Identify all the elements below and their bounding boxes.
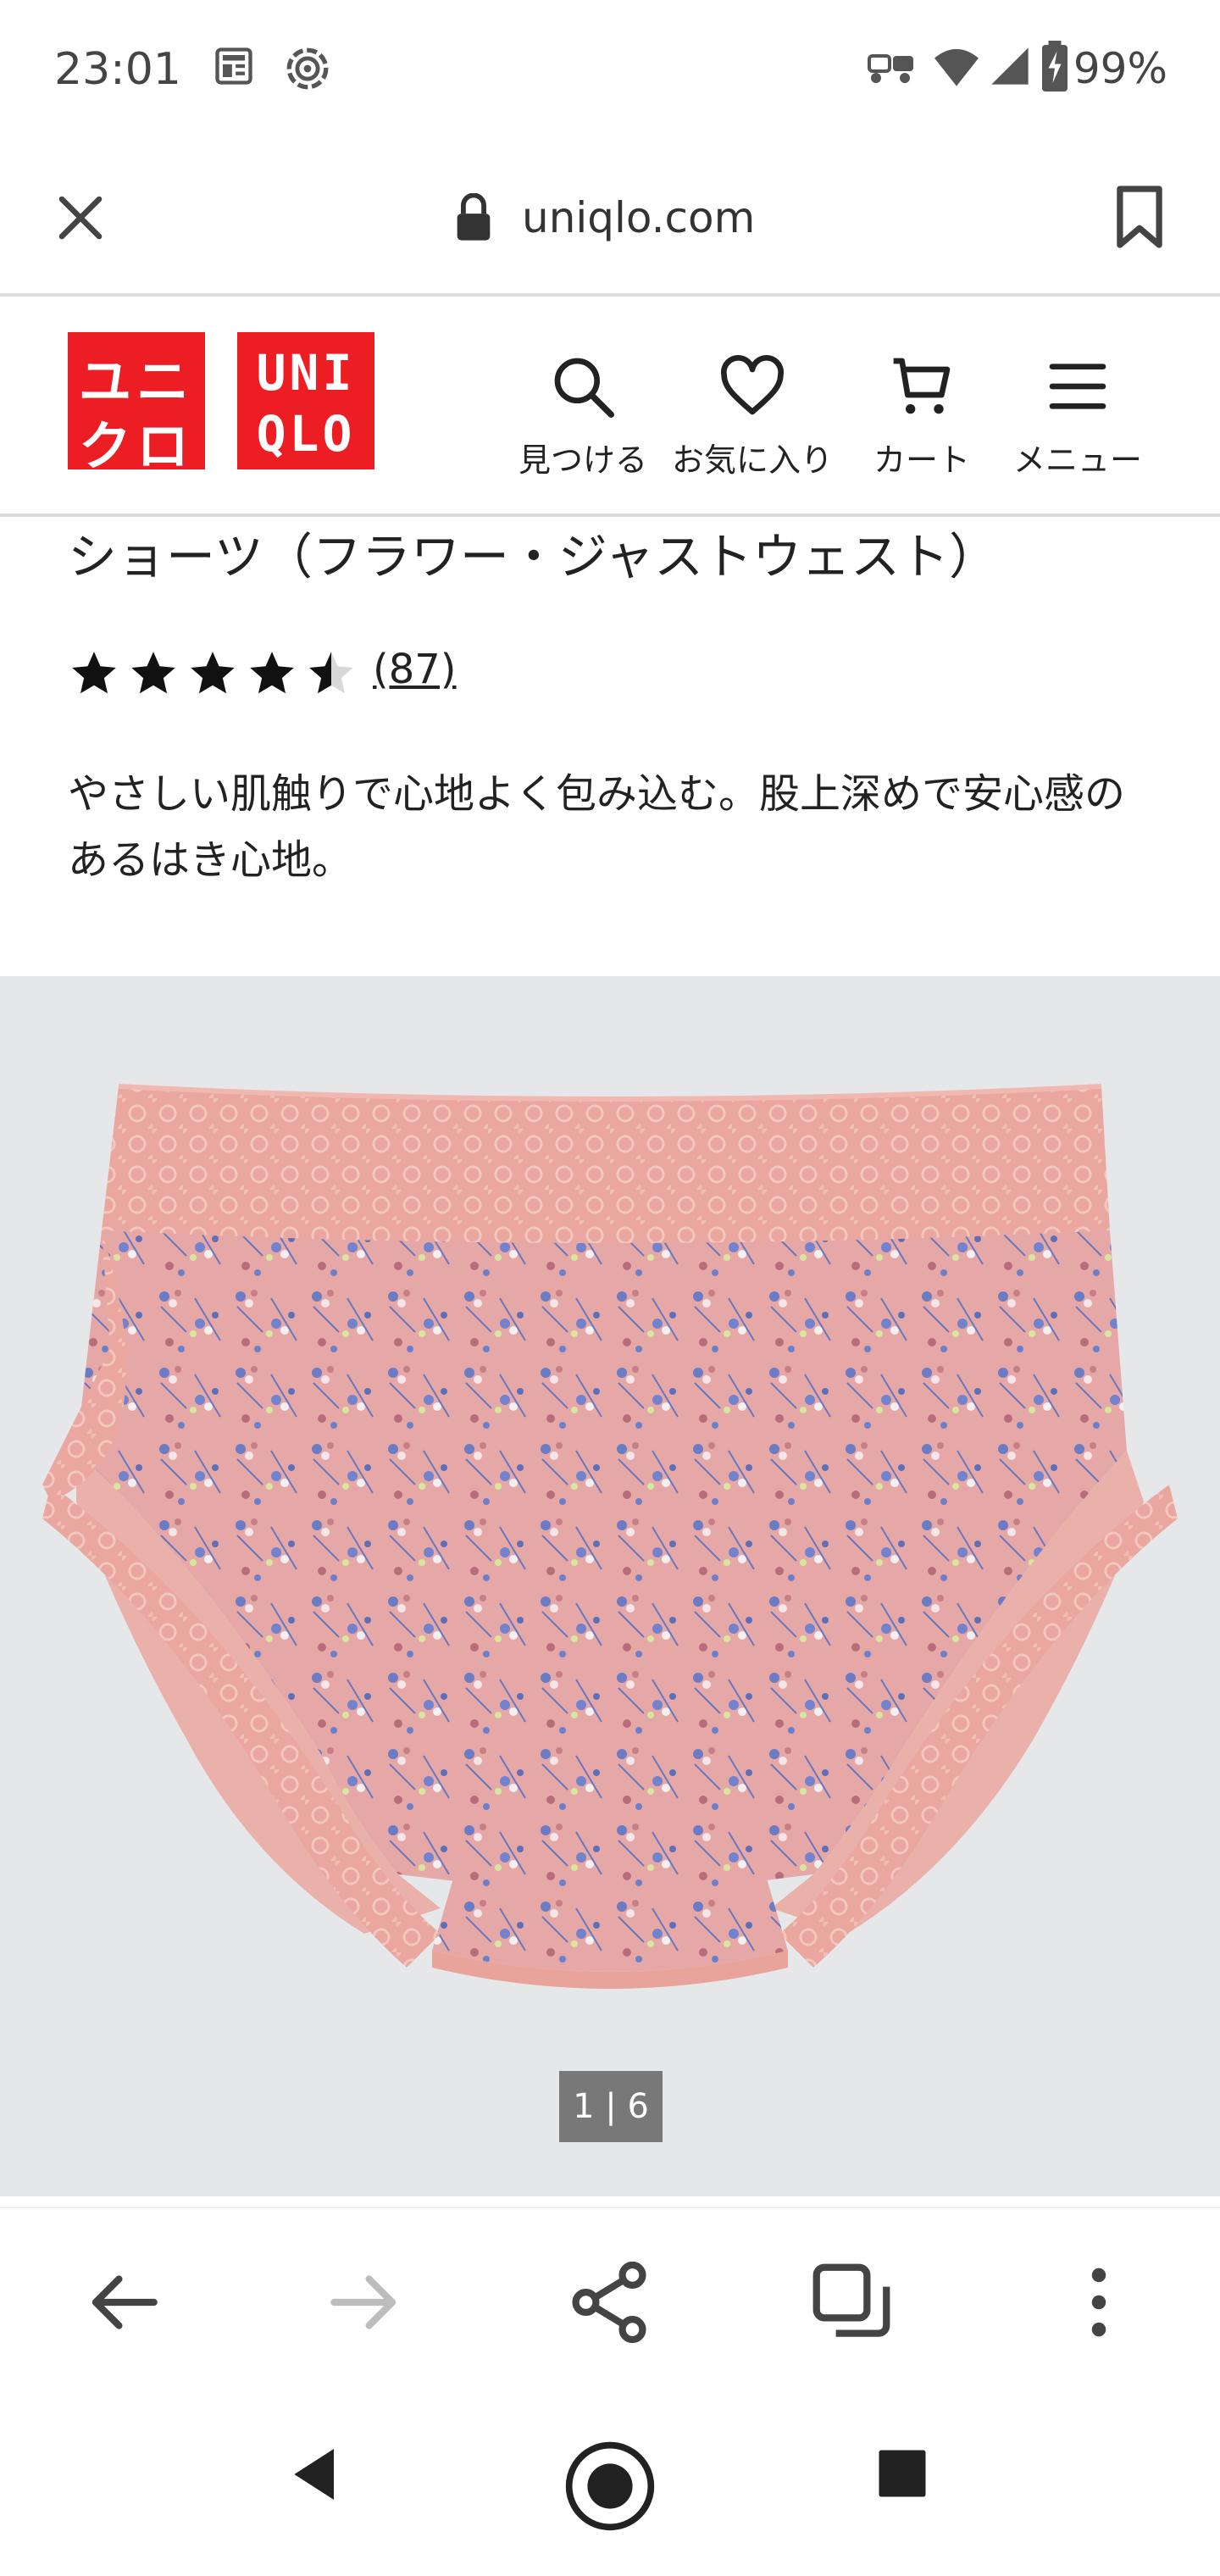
url-text[interactable]: uniqlo.com: [522, 193, 755, 242]
nav-menu-label: メニュー: [1012, 441, 1142, 479]
more-vert-icon[interactable]: [1052, 2256, 1145, 2349]
news-icon: [215, 47, 252, 85]
logo-latin-bottom: QLO: [256, 405, 356, 463]
tabs-icon[interactable]: [805, 2256, 898, 2349]
bookmark-icon[interactable]: [1112, 183, 1167, 251]
battery-charging-icon: [1042, 41, 1068, 92]
url-bar: uniqlo.com: [0, 136, 1220, 297]
heart-icon: [721, 355, 784, 415]
status-bar: 23:01 99%: [0, 0, 1220, 136]
star-icon: [131, 652, 175, 694]
product-image-carousel[interactable]: [0, 976, 1220, 2196]
system-navigation-bar: [0, 2393, 1220, 2576]
site-header: ユニ クロ UNI QLO 見つける お気に入り カート メニュー: [0, 300, 1220, 517]
nav-recents-icon[interactable]: [874, 2446, 930, 2501]
signal-icon: [991, 47, 1029, 85]
star-icon: [191, 652, 235, 694]
nav-cart-label: カート: [873, 441, 970, 479]
logo-latin-top: UNI: [256, 344, 356, 402]
search-icon: [554, 358, 614, 419]
uniqlo-logo-latin[interactable]: UNI QLO: [237, 332, 374, 469]
close-icon[interactable]: [53, 190, 108, 246]
nav-favorites-label: お気に入り: [671, 441, 833, 479]
uniqlo-logo-katakana[interactable]: ユニ クロ: [68, 332, 205, 477]
forward-arrow-icon[interactable]: [319, 2256, 412, 2349]
status-time: 23:01: [54, 44, 181, 95]
back-arrow-icon[interactable]: [76, 2256, 169, 2349]
hotspot-icon: [286, 47, 329, 90]
star-icon: [72, 652, 116, 694]
cart-icon: [893, 358, 951, 414]
menu-icon: [1049, 364, 1106, 409]
half-star-icon: [309, 652, 353, 694]
vpn-key-icon: [868, 54, 913, 83]
product-title: ショーツ（フラワー・ジャストウェスト）: [68, 528, 998, 586]
nav-back-icon[interactable]: [283, 2440, 351, 2508]
wifi-icon: [934, 48, 979, 86]
product-image: [42, 1084, 1178, 1989]
star-icon: [250, 652, 294, 694]
nav-home-icon[interactable]: [561, 2437, 659, 2535]
browser-toolbar: [0, 2207, 1220, 2393]
nav-find-label: 見つける: [518, 441, 647, 479]
lock-icon: [457, 193, 491, 241]
image-counter: 1 | 6: [559, 2071, 663, 2142]
battery-percentage: 99%: [1073, 44, 1167, 93]
product-description: やさしい肌触りで心地よく包み込む。股上深めで安心感のあるはき心地。: [68, 770, 1126, 884]
rating-count-link[interactable]: (87): [373, 646, 457, 693]
share-icon[interactable]: [563, 2256, 656, 2349]
logo-katakana-bottom: クロ: [78, 415, 194, 477]
